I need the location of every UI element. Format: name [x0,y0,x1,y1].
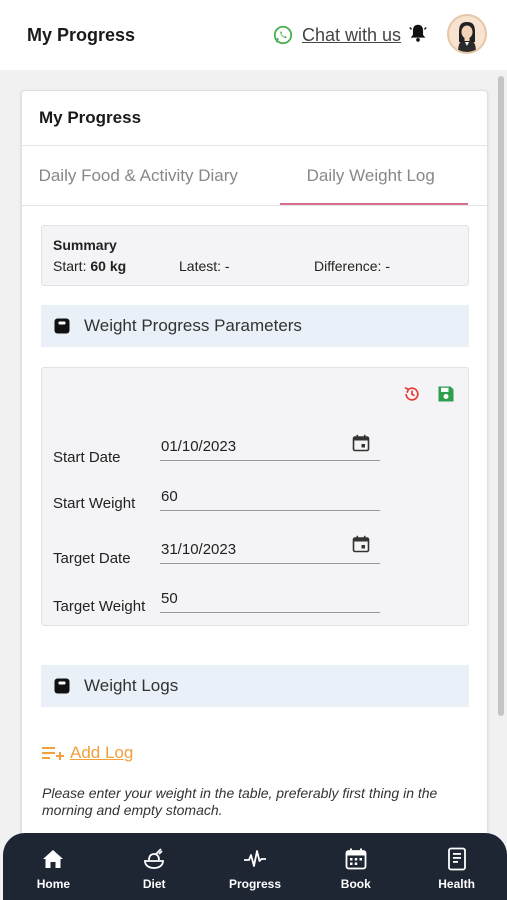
progress-card: My Progress Daily Food & Activity Diary … [21,90,488,850]
tab-food-activity-diary[interactable]: Daily Food & Activity Diary [22,146,255,205]
nav-diet[interactable]: Diet [104,833,205,900]
parameters-form: Start Date 01/10/2023 Start Weight 60 Ta… [41,367,469,626]
add-log-label: Add Log [70,743,134,762]
summary-difference: Difference: - [314,258,390,274]
calendar-icon[interactable] [352,434,370,452]
diet-icon [144,848,165,869]
add-list-icon [42,747,64,760]
progress-icon [243,850,266,867]
tab-daily-weight-log[interactable]: Daily Weight Log [255,146,488,205]
nav-home-label: Home [36,877,71,891]
target-date-label: Target Date [53,550,131,567]
scale-icon [54,318,70,334]
nav-progress[interactable]: Progress [205,833,306,900]
start-weight-label: Start Weight [53,495,136,512]
calendar-icon[interactable] [352,535,370,553]
start-date-label: Start Date [53,449,121,466]
whatsapp-icon [273,25,293,45]
weight-progress-parameters-header[interactable]: Weight Progress Parameters [41,305,469,347]
summary-latest-value: - [224,258,230,274]
tab-bar: Daily Food & Activity Diary Daily Weight… [22,146,487,206]
card-title: My Progress [22,91,487,146]
target-weight-input[interactable]: 50 [160,587,380,613]
nav-book-label: Book [340,877,371,891]
scale-icon [54,678,70,694]
nav-progress-label: Progress [228,877,281,891]
reset-icon[interactable] [402,384,422,404]
summary-title: Summary [53,237,117,253]
summary-start-label: Start: [53,258,87,274]
target-date-input[interactable]: 31/10/2023 [160,538,380,564]
weight-logs-title: Weight Logs [84,676,179,695]
summary-latest: Latest: - [179,258,230,274]
weight-progress-parameters-title: Weight Progress Parameters [84,316,302,335]
nav-health[interactable]: Health [406,833,507,900]
summary-latest-label: Latest: [179,258,222,274]
start-weight-input[interactable]: 60 [160,485,380,511]
health-icon [447,847,466,871]
target-weight-label: Target Weight [53,598,146,615]
summary-start-value: 60 kg [90,258,127,274]
add-log-button[interactable]: Add Log [42,743,133,763]
top-bar: My Progress Chat with us [0,0,507,70]
active-tab-indicator [280,203,468,205]
page-title: My Progress [27,25,136,45]
user-avatar-icon [449,16,485,52]
summary-difference-value: - [385,258,391,274]
save-icon[interactable] [436,384,456,404]
home-icon [43,850,64,868]
scrollbar[interactable] [498,76,504,716]
weight-log-instructions: Please enter your weight in the table, p… [42,785,438,818]
nav-book[interactable]: Book [305,833,406,900]
summary-start: Start: 60 kg [53,258,126,274]
weight-logs-header[interactable]: Weight Logs [41,665,469,707]
nav-diet-label: Diet [142,877,166,891]
avatar[interactable] [447,14,487,54]
bell-icon[interactable] [407,22,429,44]
summary-difference-label: Difference: [314,258,382,274]
bottom-navigation: Home Diet Progress Book Health [3,833,507,900]
chat-with-us-link[interactable]: Chat with us [272,24,401,46]
summary-box: Summary Start: 60 kg Latest: - Differenc… [41,225,469,286]
chat-with-us-label: Chat with us [302,24,402,45]
nav-health-label: Health [438,877,475,891]
calendar-icon [345,848,367,870]
start-date-input[interactable]: 01/10/2023 [160,435,380,461]
nav-home[interactable]: Home [3,833,104,900]
